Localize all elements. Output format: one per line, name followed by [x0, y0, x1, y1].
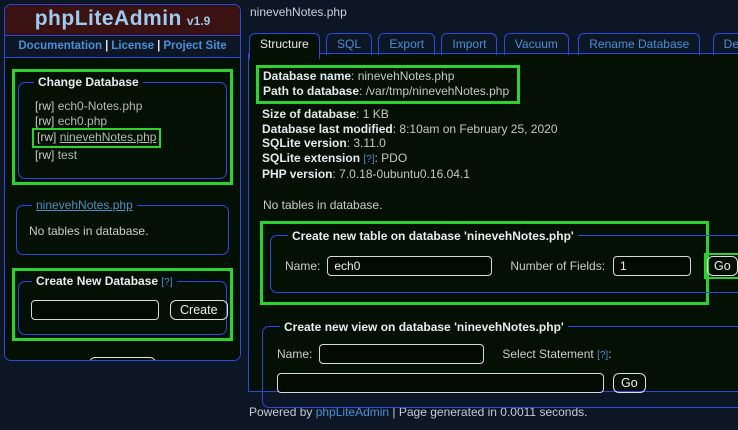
info-label: Database last modified [262, 122, 393, 136]
rw-flag: [rw] [35, 148, 54, 162]
create-table-legend: Create new table on database 'ninevehNot… [288, 229, 578, 243]
create-database-fieldset: Create New Database [?] Create [18, 274, 227, 335]
current-database-legend: ninevehNotes.php [32, 198, 137, 212]
logout-button[interactable]: Log Out [89, 357, 155, 361]
help-icon[interactable]: [?] [597, 350, 608, 361]
help-icon[interactable]: [?] [161, 277, 172, 288]
select-statement-input[interactable] [277, 373, 604, 393]
database-info-rest: Size of database1 KB Database last modif… [262, 107, 738, 182]
info-label: Size of database [262, 107, 356, 121]
list-item: [rw] ech0.php [35, 114, 214, 129]
tab-rename-database[interactable]: Rename Database [578, 33, 700, 55]
tab-bar: Structure SQL Export Import Vacuum Renam… [249, 33, 738, 59]
app-version: v1.9 [187, 14, 210, 28]
info-row-php-version: PHP version7.0.18-0ubuntu0.16.04.1 [262, 167, 738, 182]
page-title: ninevehNotes.php [250, 5, 347, 19]
nav-separator: | [157, 40, 160, 52]
create-table-fieldset: Create new table on database 'ninevehNot… [270, 229, 738, 293]
tab-import[interactable]: Import [441, 33, 497, 55]
info-label: Database name [263, 69, 351, 83]
info-value: 3.11.0 [347, 136, 386, 150]
create-view-go-button[interactable]: Go [613, 373, 646, 393]
table-name-input[interactable] [327, 256, 492, 276]
change-database-legend: Change Database [34, 75, 143, 89]
create-view-row1: Name: Select Statement [?]: [275, 338, 738, 364]
info-row-path: Path to database/var/tmp/ninevehNotes.ph… [263, 84, 509, 99]
rw-flag: [rw] [37, 130, 56, 144]
table-name-label: Name: [285, 259, 320, 273]
create-view-row2: Go [275, 364, 738, 393]
rw-flag: [rw] [35, 99, 54, 113]
change-database-fieldset: Change Database [rw] ech0-Notes.php [rw]… [18, 75, 227, 179]
create-table-highlight: Create new table on database 'ninevehNot… [260, 221, 709, 305]
database-link-test[interactable]: test [58, 148, 77, 162]
create-database-highlight: Create New Database [?] Create [12, 268, 233, 341]
info-row-size: Size of database1 KB [262, 107, 738, 122]
info-row-sqlite-version: SQLite version3.11.0 [262, 136, 738, 151]
change-database-highlight: Change Database [rw] ech0-Notes.php [rw]… [12, 69, 233, 185]
tab-vacuum[interactable]: Vacuum [504, 33, 569, 55]
app-header: phpLiteAdmin v1.9 [5, 5, 240, 36]
create-database-legend-text: Create New Database [36, 274, 158, 288]
database-info-highlight: Database nameninevehNotes.php Path to da… [256, 65, 520, 104]
info-value: PDO [375, 151, 408, 165]
tab-export[interactable]: Export [378, 33, 435, 55]
structure-panel: Database nameninevehNotes.php Path to da… [248, 53, 738, 392]
info-label: SQLite extension [262, 151, 360, 165]
tab-sql[interactable]: SQL [326, 33, 372, 55]
database-link-ech0[interactable]: ech0.php [58, 114, 107, 128]
nav-link-documentation[interactable]: Documentation [18, 40, 102, 52]
create-table-row: Name: Number of Fields: Go [283, 247, 738, 279]
info-label: Path to database [263, 84, 359, 98]
create-database-button[interactable]: Create [170, 300, 228, 320]
info-row-database-name: Database nameninevehNotes.php [263, 69, 509, 84]
nav-link-project-site[interactable]: Project Site [163, 40, 226, 52]
no-tables-text: No tables in database. [27, 216, 218, 244]
database-link-ninevehnotes[interactable]: ninevehNotes.php [60, 130, 157, 144]
view-name-input[interactable] [319, 344, 484, 364]
tab-structure[interactable]: Structure [249, 33, 320, 59]
info-value: 1 KB [356, 107, 389, 121]
info-value: /var/tmp/ninevehNotes.php [359, 84, 509, 98]
info-value: 8:10am on February 25, 2020 [393, 122, 558, 136]
nav-link-license[interactable]: License [111, 40, 154, 52]
app-title: phpLiteAdmin [35, 7, 182, 30]
select-statement-label: Select Statement [?]: [502, 347, 611, 361]
rw-flag: [rw] [35, 114, 54, 128]
new-database-name-input[interactable] [31, 300, 159, 320]
sidebar-nav: Documentation|License|Project Site [5, 36, 240, 58]
nav-separator: | [105, 40, 108, 52]
help-icon[interactable]: [?] [363, 154, 374, 165]
view-name-label: Name: [277, 347, 312, 361]
create-database-legend: Create New Database [?] [32, 274, 177, 288]
tab-delete-database[interactable]: Delete Database [713, 33, 738, 55]
info-row-sqlite-extension: SQLite extension [?]PDO [262, 151, 738, 168]
create-view-legend: Create new view on database 'ninevehNote… [280, 320, 568, 334]
info-row-modified: Database last modified8:10am on February… [262, 122, 738, 137]
fields-count-label: Number of Fields: [510, 259, 605, 273]
logout-row: Log Out [12, 357, 233, 361]
info-label: PHP version [262, 167, 332, 181]
fields-count-input[interactable] [613, 256, 691, 276]
list-item: [rw] ninevehNotes.php [35, 128, 214, 148]
info-value: ninevehNotes.php [351, 69, 454, 83]
select-statement-colon: : [608, 347, 611, 361]
sidebar: phpLiteAdminv1.9 Documentation|License|P… [4, 4, 241, 361]
info-label: SQLite version [262, 136, 347, 150]
info-value: 7.0.18-0ubuntu0.16.04.1 [332, 167, 469, 181]
selected-database-highlight: [rw] ninevehNotes.php [32, 128, 161, 148]
list-item: [rw] ech0-Notes.php [35, 99, 214, 114]
no-tables-text: No tables in database. [263, 198, 738, 212]
create-table-go-button[interactable]: Go [707, 256, 738, 276]
database-list: [rw] ech0-Notes.php [rw] ech0.php [rw] n… [29, 93, 216, 168]
create-database-row: Create [27, 292, 218, 320]
go-button-highlight: Go [704, 253, 738, 279]
select-statement-label-text: Select Statement [502, 347, 593, 361]
list-item: [rw] test [35, 148, 214, 163]
sidebar-body: Change Database [rw] ech0-Notes.php [rw]… [5, 58, 240, 361]
create-view-fieldset: Create new view on database 'ninevehNote… [262, 320, 738, 408]
current-database-link[interactable]: ninevehNotes.php [36, 198, 133, 212]
database-link-ech0-notes[interactable]: ech0-Notes.php [58, 99, 143, 113]
current-database-fieldset: ninevehNotes.php No tables in database. [16, 198, 229, 255]
